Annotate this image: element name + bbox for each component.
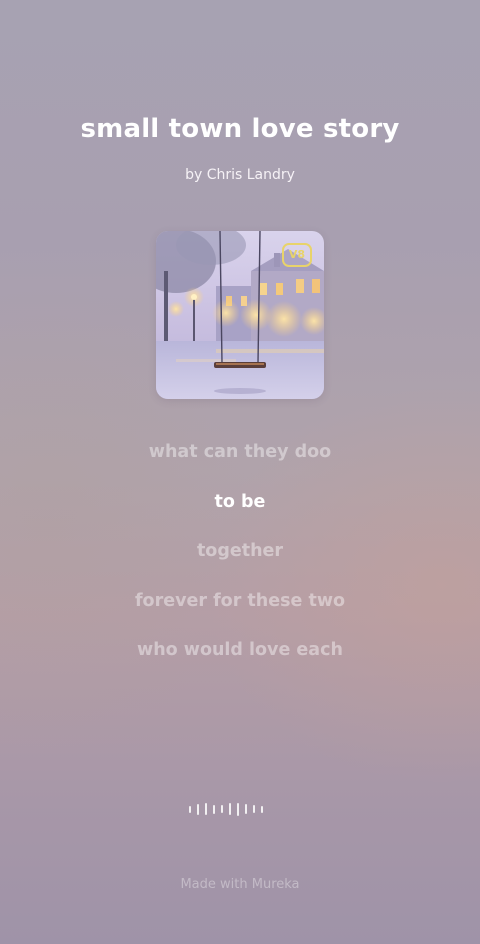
waveform-icon xyxy=(189,802,293,816)
waveform-bar xyxy=(229,803,231,815)
waveform-bar xyxy=(197,803,199,815)
album-cover: V8 xyxy=(156,231,324,399)
lyrics-panel: what can they doo to be together forever… xyxy=(0,432,480,680)
lyric-line: who would love each xyxy=(137,640,343,660)
lyric-line: forever for these two xyxy=(134,590,346,611)
waveform-bar xyxy=(253,805,255,813)
version-badge: V8 xyxy=(282,243,312,267)
waveform-bar xyxy=(205,803,207,815)
song-title: small town love story xyxy=(80,114,400,144)
artist-name: by Chris Landry xyxy=(185,167,295,183)
made-with-footer: Made with Mureka xyxy=(180,877,300,892)
lyric-line: what can they doo xyxy=(148,442,332,462)
waveform-bar xyxy=(213,804,215,814)
waveform-bar xyxy=(237,802,239,816)
waveform-bar xyxy=(261,805,263,813)
waveform-bar xyxy=(189,805,191,813)
waveform-bar xyxy=(221,805,223,813)
lyric-line-current: to be xyxy=(214,491,266,512)
player-screen: small town love story by Chris Landry V8… xyxy=(0,0,480,944)
lyric-line: together xyxy=(196,541,284,561)
waveform-bar xyxy=(245,804,247,814)
